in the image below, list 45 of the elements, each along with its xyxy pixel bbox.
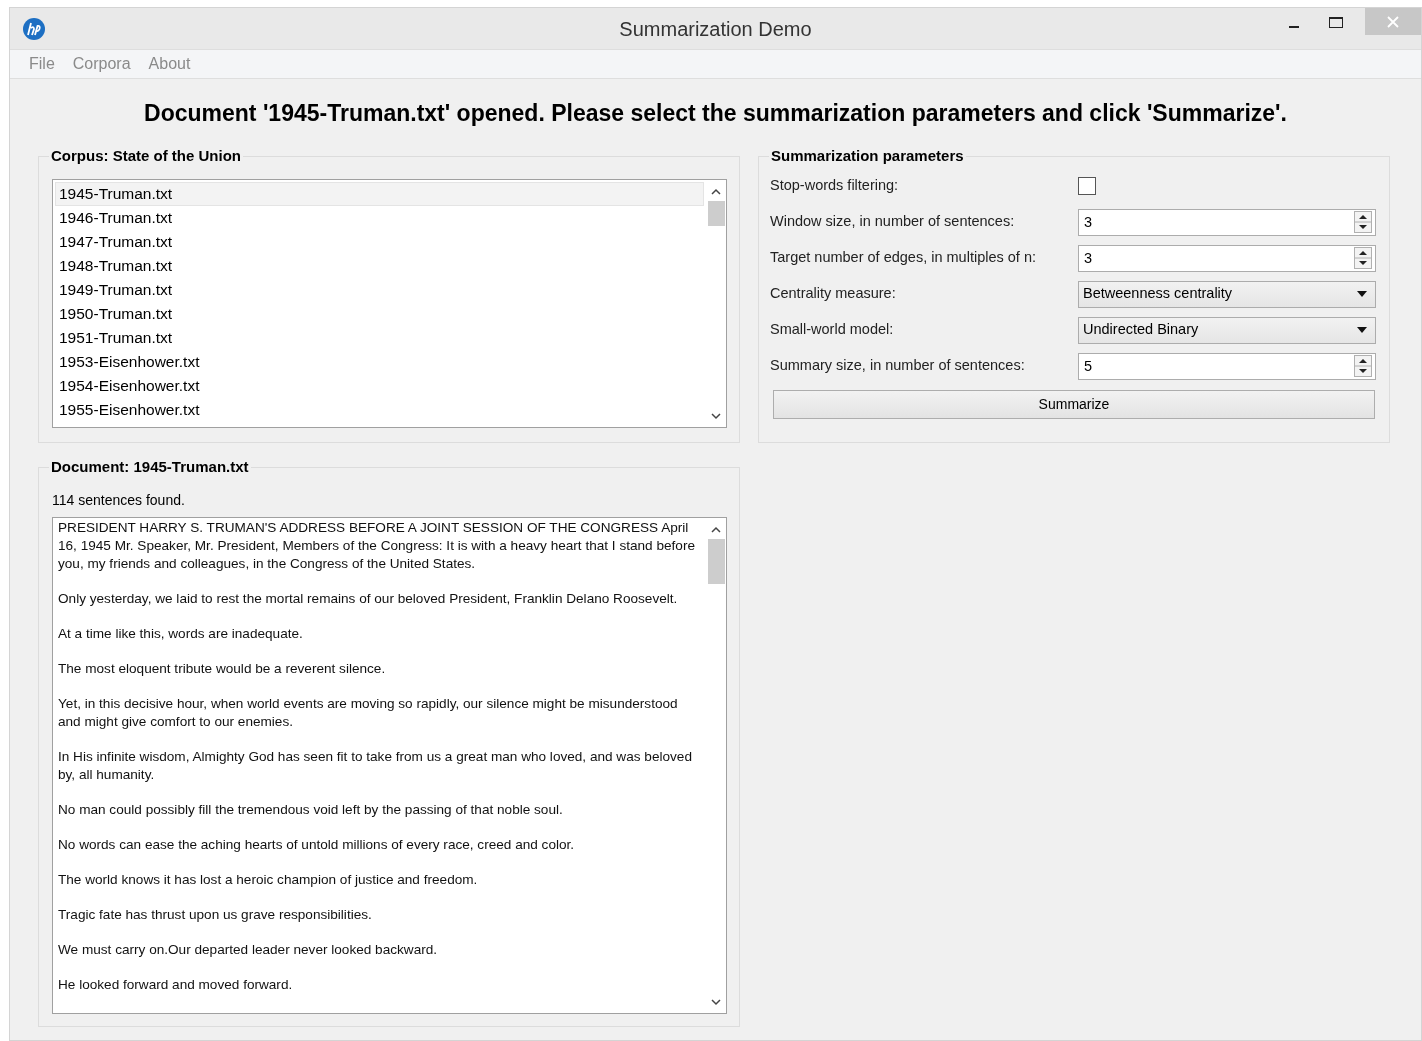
document-paragraph: No words can ease the aching hearts of untold millions of every race, creed and color. — [58, 835, 576, 854]
spin-arrows-icon[interactable] — [1354, 355, 1372, 377]
sentence-count: 114 sentences found. — [52, 490, 185, 510]
maximize-icon[interactable] — [1329, 17, 1343, 28]
field-label: Target number of edges, in multiples of n: — [770, 248, 1037, 268]
scroll-down-icon[interactable] — [711, 998, 721, 1006]
scroll-up-icon[interactable] — [711, 187, 721, 195]
document-paragraph: He looked forward and moved forward. — [58, 975, 294, 994]
spin-arrows-icon[interactable] — [1354, 211, 1372, 233]
document-paragraph: The most eloquent tribute would be a reverent silence. — [58, 659, 387, 678]
scroll-down-icon[interactable] — [711, 412, 721, 420]
file-list-item[interactable]: 1945-Truman.txt — [55, 181, 704, 206]
summarize-button[interactable]: Summarize — [773, 389, 1375, 419]
document-paragraph: The world knows it has lost a heroic champion of justice and freedom. — [58, 870, 479, 889]
document-paragraph: No man could possibly fill the tremendous void left by the passing of that noble soul. — [58, 800, 564, 819]
window-title: Summarization Demo — [619, 16, 812, 42]
status-message: Document '1945-Truman.txt' opened. Please select the summarization parameters and click 'Summarize'. — [143, 99, 1288, 128]
field-label: Window size, in number of sentences: — [770, 212, 1016, 232]
field-label: Summary size, in number of sentences: — [770, 356, 1026, 376]
spin-box[interactable]: 5 — [1078, 352, 1376, 380]
field-label: Small-world model: — [770, 320, 895, 340]
spin-box[interactable]: 3 — [1078, 208, 1376, 236]
spin-arrows-icon[interactable] — [1354, 247, 1372, 269]
document-paragraph: Only yesterday, we laid to rest the mortal remains of our beloved President, Franklin Delano Roosevelt. — [58, 589, 679, 608]
dropdown[interactable]: Undirected Binary — [1078, 316, 1376, 344]
spin-box[interactable]: 3 — [1078, 244, 1376, 272]
document-paragraph: At a time like this, words are inadequate. — [58, 624, 304, 643]
scroll-up-icon[interactable] — [711, 525, 721, 533]
dropdown-arrow-icon — [1357, 327, 1367, 333]
document-text-area[interactable] — [52, 516, 727, 1014]
checkbox[interactable] — [1078, 177, 1096, 195]
document-paragraph: In His infinite wisdom, Almighty God has seen fit to take from us a great man who loved, and was beloved by, all humanity. — [58, 747, 693, 784]
close-icon — [1387, 15, 1399, 28]
file-list[interactable]: 1945-Truman.txt 1946-Truman.txt 1947-Truman.txt 1948-Truman.txt 1949-Truman.txt 1950-Truman.txt 1951-Truman.txt 1953-Eisenhower.txt 1954-Eisenhower.txt 1955-Eisenhower.txt — [52, 178, 727, 428]
scroll-thumb[interactable] — [707, 200, 725, 226]
dropdown-arrow-icon — [1357, 291, 1367, 297]
document-paragraph: Yet, in this decisive hour, when world events are moving so rapidly, our silence might be misunderstood and might give comfort to our enemies. — [58, 694, 679, 731]
field-label: Centrality measure: — [770, 284, 897, 304]
scroll-thumb[interactable] — [707, 538, 725, 584]
dropdown[interactable]: Betweenness centrality — [1078, 280, 1376, 308]
document-paragraph: PRESIDENT HARRY S. TRUMAN'S ADDRESS BEFORE A JOINT SESSION OF THE CONGRESS April 16, 1945 Mr. Speaker, Mr. President, Members of the Congress: It is with a heavy heart that I stand before you, my friends and colleagues, in the Congress of the United States. — [58, 518, 696, 573]
document-paragraph: Tragic fate has thrust upon us grave responsibilities. — [58, 905, 373, 924]
field-label: Stop-words filtering: — [770, 176, 900, 196]
document-paragraph: We must carry on.Our departed leader never looked backward. — [58, 940, 439, 959]
app-logo-icon — [22, 16, 46, 41]
